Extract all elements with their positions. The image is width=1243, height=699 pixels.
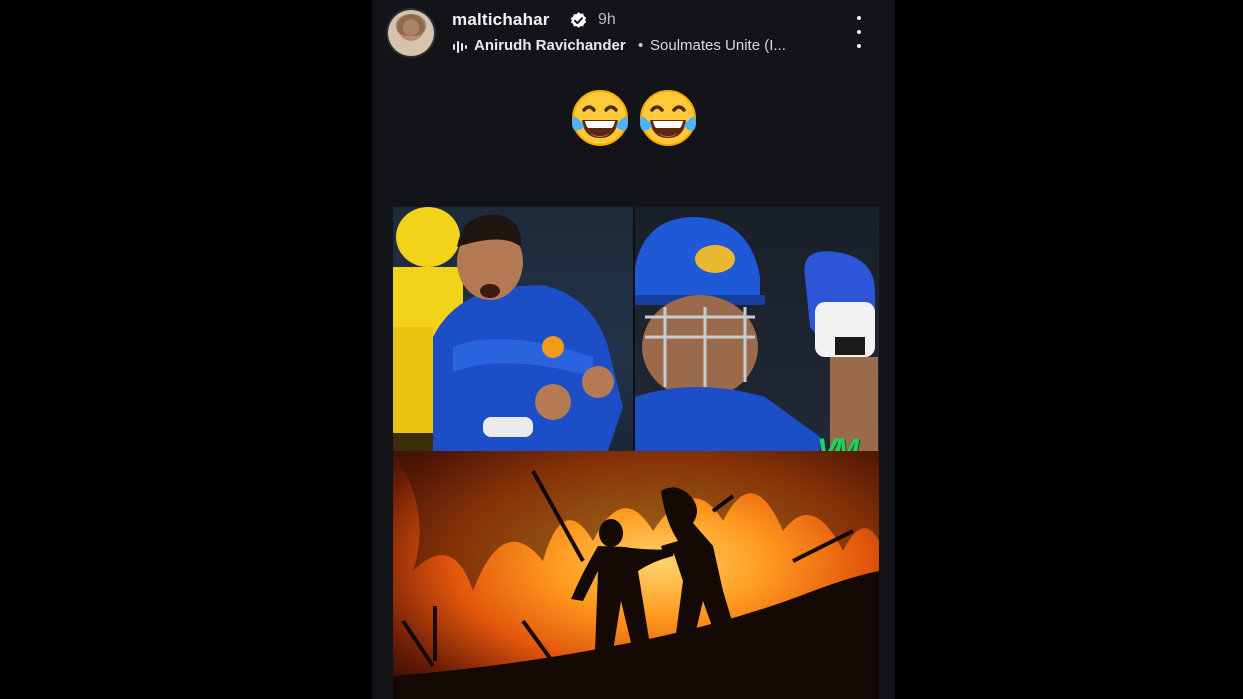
caption-emojis	[372, 86, 895, 156]
music-artist[interactable]: Anirudh Ravichander	[474, 37, 626, 54]
profile-avatar[interactable]	[388, 10, 434, 56]
fire-silhouette-photo	[393, 451, 879, 699]
batsman-helmet-photo	[635, 207, 879, 451]
verified-badge-icon	[570, 12, 587, 28]
screen: maltichahar 9h Anirudh Ravichander • Sou…	[0, 0, 1243, 699]
story-header: maltichahar 9h Anirudh Ravichander • Sou…	[372, 0, 895, 70]
warriors-silhouette-illustration	[393, 451, 879, 699]
batsman-illustration	[635, 217, 878, 451]
more-options-icon[interactable]	[849, 16, 869, 48]
laughing-tears-emoji-icon	[639, 90, 696, 146]
story-viewer[interactable]: maltichahar 9h Anirudh Ravichander • Sou…	[372, 0, 895, 699]
bowler-celebration-photo	[393, 207, 633, 451]
story-media-image[interactable]: VM	[393, 207, 879, 699]
music-bars-icon	[453, 41, 467, 53]
music-separator: •	[638, 37, 644, 54]
username[interactable]: maltichahar	[452, 10, 550, 30]
post-time: 9h	[598, 11, 616, 28]
laughing-tears-emoji-icon	[571, 90, 628, 146]
bowler-illustration	[393, 207, 623, 451]
music-song-title[interactable]: Soulmates Unite (I...	[650, 37, 786, 54]
